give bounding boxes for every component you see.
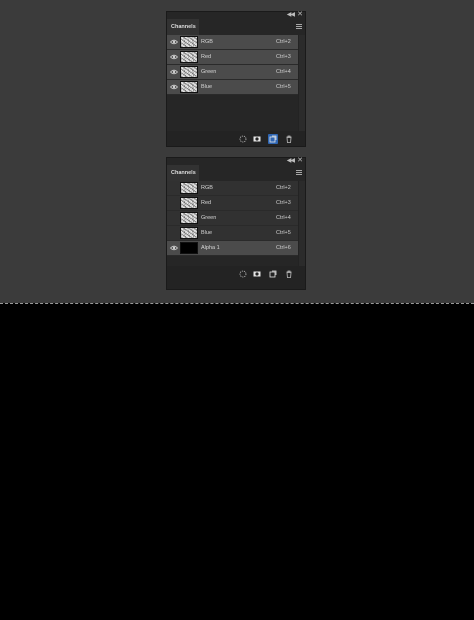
channel-thumbnail [180,51,198,63]
panel-title-bar: ◀◀ ✕ [167,11,305,19]
tab-row: Channels [167,165,305,181]
visibility-toggle[interactable] [170,200,178,206]
channel-name: Blue [201,84,213,90]
eye-icon[interactable] [170,84,178,90]
delete-channel-icon[interactable] [284,269,294,279]
visibility-toggle[interactable] [170,185,178,191]
save-selection-icon[interactable] [252,269,262,279]
channel-shortcut: Ctrl+5 [276,84,291,90]
channel-row[interactable]: Blue Ctrl+5 [167,80,298,95]
channel-thumbnail [180,227,198,239]
panel-toolbar [167,267,305,281]
channel-shortcut: Ctrl+3 [276,54,291,60]
load-selection-icon[interactable] [238,134,248,144]
channel-name: Blue [201,230,213,236]
eye-icon[interactable] [170,245,178,251]
collapse-icon[interactable]: ◀◀ [287,157,295,165]
panel-menu-icon[interactable] [296,24,302,29]
channel-name: Green [201,69,217,75]
channel-row[interactable]: RGB Ctrl+2 [167,181,298,196]
channel-name: Red [201,54,212,60]
eye-icon[interactable] [170,69,178,75]
eye-icon[interactable] [170,54,178,60]
channel-shortcut: Ctrl+3 [276,200,291,206]
new-channel-icon[interactable] [268,269,278,279]
scrollbar[interactable] [299,181,305,266]
channel-name: Alpha 1 [201,245,220,251]
channel-thumbnail [180,212,198,224]
close-icon[interactable]: ✕ [297,11,303,19]
load-selection-icon[interactable] [238,269,248,279]
close-icon[interactable]: ✕ [297,157,303,165]
channel-thumbnail [180,81,198,93]
canvas-divider [0,303,474,304]
tab-row: Channels [167,19,305,35]
new-channel-icon[interactable] [268,134,278,144]
panel-title-bar: ◀◀ ✕ [167,157,305,165]
channels-panel-1: ◀◀ ✕ Channels RGB Ctrl+2 Red Ctrl+3 Green Ctr… [166,11,306,147]
eye-icon[interactable] [170,39,178,45]
channel-name: Red [201,200,212,206]
channel-row[interactable]: Red Ctrl+3 [167,196,298,211]
channel-list: RGB Ctrl+2 Red Ctrl+3 Green Ctrl+4 Blue Ctrl+5 A… [167,181,298,266]
tab-channels[interactable]: Channels [167,19,199,35]
channel-thumbnail [180,36,198,48]
scrollbar[interactable] [299,35,305,131]
tab-channels[interactable]: Channels [167,165,199,181]
channel-thumbnail [180,66,198,78]
channel-thumbnail [180,197,198,209]
delete-channel-icon[interactable] [284,134,294,144]
channel-row[interactable]: RGB Ctrl+2 [167,35,298,50]
channels-panel-2: ◀◀ ✕ Channels RGB Ctrl+2 Red Ctrl+3 Green Ctr… [166,157,306,290]
channel-row[interactable]: Alpha 1 Ctrl+6 [167,241,298,256]
channel-shortcut: Ctrl+5 [276,230,291,236]
save-selection-icon[interactable] [252,134,262,144]
panel-toolbar [167,132,305,146]
channel-list: RGB Ctrl+2 Red Ctrl+3 Green Ctrl+4 Blue Ctrl+5 [167,35,298,131]
channel-name: RGB [201,185,213,191]
channel-shortcut: Ctrl+4 [276,215,291,221]
channel-row[interactable]: Red Ctrl+3 [167,50,298,65]
channel-shortcut: Ctrl+2 [276,185,291,191]
channel-shortcut: Ctrl+6 [276,245,291,251]
channel-thumbnail [180,242,198,254]
channel-shortcut: Ctrl+4 [276,69,291,75]
collapse-icon[interactable]: ◀◀ [287,11,295,19]
channel-name: Green [201,215,217,221]
panel-menu-icon[interactable] [296,170,302,175]
channel-row[interactable]: Green Ctrl+4 [167,211,298,226]
channel-row[interactable]: Green Ctrl+4 [167,65,298,80]
visibility-toggle[interactable] [170,215,178,221]
visibility-toggle[interactable] [170,230,178,236]
channel-thumbnail [180,182,198,194]
channel-shortcut: Ctrl+2 [276,39,291,45]
channel-row[interactable]: Blue Ctrl+5 [167,226,298,241]
channel-name: RGB [201,39,213,45]
